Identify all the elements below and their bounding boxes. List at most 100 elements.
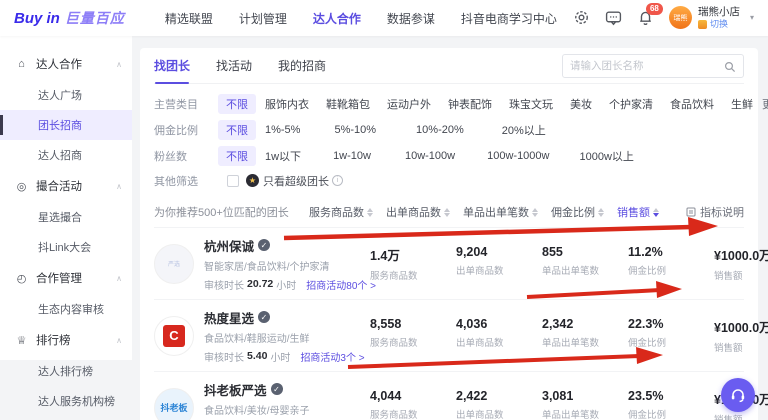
filter-option[interactable]: 不限 <box>218 94 256 114</box>
filter-option[interactable]: 美妆 <box>562 94 600 114</box>
sidebar-section-coop-manage: ◴ 合作管理 ∧ 生态内容审核 <box>0 262 132 324</box>
sidebar-section-match: ◎ 撮合活动 ∧ 星选撮合 抖Link大会 <box>0 170 132 262</box>
info-icon[interactable]: i <box>332 175 343 186</box>
user-action-label: 切换 <box>710 19 728 30</box>
leader-row[interactable]: 抖老板 抖老板严选 ✓ 食品饮料/美妆/母婴亲子 审核时长 12.57 小时 招… <box>154 371 744 420</box>
leader-name[interactable]: 热度星选 <box>204 308 254 327</box>
nav-item-plans[interactable]: 计划管理 <box>239 10 287 27</box>
tab-find-activity[interactable]: 找活动 <box>216 48 252 84</box>
sort-arrows-icon <box>444 208 450 217</box>
stat-label: 销售额 <box>714 268 768 282</box>
sidebar-item-star-match[interactable]: 星选撮合 <box>0 202 132 232</box>
stat-value: 9,204 <box>456 245 542 259</box>
cooperation-icon: ◴ <box>15 272 28 285</box>
filter-option[interactable]: 钟表配饰 <box>440 94 500 114</box>
stat-label: 销售额 <box>714 340 768 354</box>
leader-row[interactable]: 严选 杭州保诚 ✓ 智能家居/食品饮料/个护家清 审核时长 20.72 小时 招… <box>154 227 744 299</box>
filter-row-commission: 佣金比例 不限 1%-5% 5%-10% 10%-20% 20%以上 <box>154 117 744 143</box>
filter-option[interactable]: 鞋靴箱包 <box>318 94 378 114</box>
filter-option[interactable]: 10%-20% <box>408 122 472 138</box>
leader-row[interactable]: C 热度星选 ✓ 食品饮料/鞋服运动/生鲜 审核时长 5.40 小时 招商活动3… <box>154 299 744 371</box>
bell-icon[interactable]: 68 <box>637 9 654 26</box>
stat-label: 销售额 <box>714 412 768 420</box>
nav-item-talent-coop[interactable]: 达人合作 <box>313 10 361 27</box>
filter-option[interactable]: 5%-10% <box>326 122 384 138</box>
filter-option[interactable]: 100w-1000w <box>479 148 557 164</box>
filter-option[interactable]: 1w以下 <box>257 146 309 166</box>
sidebar-item-talent-rank[interactable]: 达人排行榜 <box>0 356 132 386</box>
tab-find-leader[interactable]: 找团长 <box>154 48 190 84</box>
top-header: Buy in 巨量百应 精选联盟 计划管理 达人合作 数据参谋 抖音电商学习中心 <box>0 0 768 36</box>
nav-item-data[interactable]: 数据参谋 <box>387 10 435 27</box>
sort-service-products[interactable]: 服务商品数 <box>309 204 373 220</box>
filter-option[interactable]: 服饰内衣 <box>257 94 317 114</box>
filter-option[interactable]: 20%以上 <box>494 120 554 140</box>
sort-arrows-icon <box>532 208 538 217</box>
super-leader-checkbox[interactable] <box>227 175 239 187</box>
leader-name[interactable]: 抖老板严选 <box>204 380 267 399</box>
customer-service-button[interactable] <box>721 378 755 412</box>
stat-value: 11.2% <box>628 245 714 259</box>
sort-item-orders[interactable]: 单品出单笔数 <box>463 204 538 220</box>
main-content-card: 找团长 找活动 我的招商 主营类目 不限 服饰内衣 鞋靴箱包 运动户外 钟表配饰… <box>140 48 758 420</box>
stat-value: 2,422 <box>456 389 542 403</box>
sidebar-group-talent-coop[interactable]: ⌂ 达人合作 ∧ <box>0 48 132 80</box>
user-menu[interactable]: 瑞熊 瑞熊小店 切换 ▾ <box>669 6 754 29</box>
tab-my-recruit[interactable]: 我的招商 <box>278 48 326 84</box>
leader-search-box[interactable] <box>562 54 744 78</box>
search-input[interactable] <box>570 60 724 72</box>
message-icon[interactable] <box>605 9 622 26</box>
sidebar-group-coop-manage[interactable]: ◴ 合作管理 ∧ <box>0 262 132 294</box>
sidebar-item-doulink[interactable]: 抖Link大会 <box>0 232 132 262</box>
chevron-up-icon: ∧ <box>116 274 122 283</box>
leader-info: 热度星选 ✓ 食品饮料/鞋服运动/生鲜 审核时长 5.40 小时 招商活动3个 … <box>204 308 364 364</box>
more-filters-button[interactable]: 更多 ∨ <box>762 96 768 112</box>
sidebar-item-talent-agency-rank[interactable]: 达人服务机构榜 <box>0 386 132 416</box>
chevron-up-icon: ∧ <box>116 60 122 69</box>
gear-icon[interactable] <box>573 9 590 26</box>
filter-option[interactable]: 1000w以上 <box>571 146 641 166</box>
chevron-down-icon: ▾ <box>750 13 754 22</box>
filter-option[interactable]: 10w-100w <box>397 148 463 164</box>
app-logo[interactable]: Buy in 巨量百应 <box>14 8 125 28</box>
nav-item-union[interactable]: 精选联盟 <box>165 10 213 27</box>
sidebar-group-label: 排行榜 <box>36 332 71 348</box>
trophy-icon: ♕ <box>15 334 28 347</box>
filter-option[interactable]: 不限 <box>218 146 256 166</box>
sidebar-item-content-review[interactable]: 生态内容审核 <box>0 294 132 324</box>
filter-row-category: 主营类目 不限 服饰内衣 鞋靴箱包 运动户外 钟表配饰 珠宝文玩 美妆 个护家清… <box>154 91 744 117</box>
filter-label: 主营类目 <box>154 96 218 112</box>
sort-order-products[interactable]: 出单商品数 <box>386 204 450 220</box>
sidebar-item-leader-recruit[interactable]: 团长招商 <box>0 110 132 140</box>
sidebar-group-rank[interactable]: ♕ 排行榜 ∧ <box>0 324 132 356</box>
user-sub[interactable]: 切换 <box>698 19 740 30</box>
sort-commission[interactable]: 佣金比例 <box>551 204 604 220</box>
leader-categories: 食品饮料/鞋服运动/生鲜 <box>204 330 364 345</box>
filter-option[interactable]: 运动户外 <box>379 94 439 114</box>
sidebar-item-talent-recruit[interactable]: 达人招商 <box>0 140 132 170</box>
filter-option[interactable]: 食品饮料 <box>662 94 722 114</box>
leader-name[interactable]: 杭州保诚 <box>204 236 254 255</box>
sidebar-group-match[interactable]: ◎ 撮合活动 ∧ <box>0 170 132 202</box>
stat-value: 4,036 <box>456 317 542 331</box>
stat-value: 8,558 <box>370 317 456 331</box>
sort-sales[interactable]: 销售额 <box>617 204 659 220</box>
metric-help-button[interactable]: 指标说明 <box>686 204 744 220</box>
filter-option[interactable]: 1%-5% <box>257 122 308 138</box>
recruit-activity-link[interactable]: 招商活动3个 > <box>300 349 364 364</box>
filter-option[interactable]: 不限 <box>218 120 256 140</box>
document-icon <box>686 207 696 217</box>
stat-value: ¥1000.0万以上 <box>714 317 768 336</box>
tabs-row: 找团长 找活动 我的招商 <box>154 48 744 84</box>
sidebar-item-merchant-agency-rank[interactable]: 商家服务机构榜 <box>0 416 132 420</box>
filter-option[interactable]: 1w-10w <box>325 148 379 164</box>
filter-option[interactable]: 生鲜 <box>723 94 761 114</box>
sidebar-group-label: 达人合作 <box>36 56 82 72</box>
super-leader-badge-icon: ★ <box>246 174 259 187</box>
leader-info: 抖老板严选 ✓ 食品饮料/美妆/母婴亲子 审核时长 12.57 小时 招商活动8… <box>204 380 364 420</box>
filter-option[interactable]: 珠宝文玩 <box>501 94 561 114</box>
filter-option[interactable]: 个护家清 <box>601 94 661 114</box>
sidebar-item-talent-plaza[interactable]: 达人广场 <box>0 80 132 110</box>
avatar: 瑞熊 <box>669 6 692 29</box>
nav-item-learning[interactable]: 抖音电商学习中心 <box>461 10 557 27</box>
